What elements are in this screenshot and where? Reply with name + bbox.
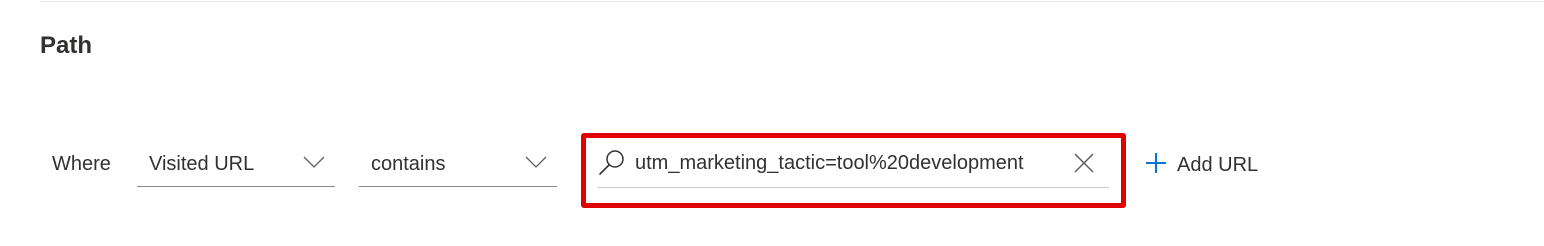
- divider: [40, 1, 1544, 2]
- where-label: Where: [52, 153, 111, 175]
- section-title: Path: [40, 32, 93, 59]
- operator-dropdown[interactable]: contains: [359, 151, 557, 187]
- plus-icon: [1146, 153, 1166, 173]
- chevron-down-icon: [303, 156, 325, 168]
- path-filter-panel: Path Where Visited URL contains Add URL: [0, 0, 1544, 246]
- url-search-input[interactable]: [635, 148, 1055, 178]
- field-dropdown[interactable]: Visited URL: [137, 151, 335, 187]
- operator-dropdown-value: contains: [371, 153, 446, 175]
- field-dropdown-value: Visited URL: [149, 153, 255, 175]
- url-search-box[interactable]: [598, 146, 1109, 188]
- close-icon[interactable]: [1073, 152, 1095, 174]
- search-icon: [599, 150, 624, 175]
- chevron-down-icon: [525, 156, 547, 168]
- add-url-label: Add URL: [1177, 154, 1259, 176]
